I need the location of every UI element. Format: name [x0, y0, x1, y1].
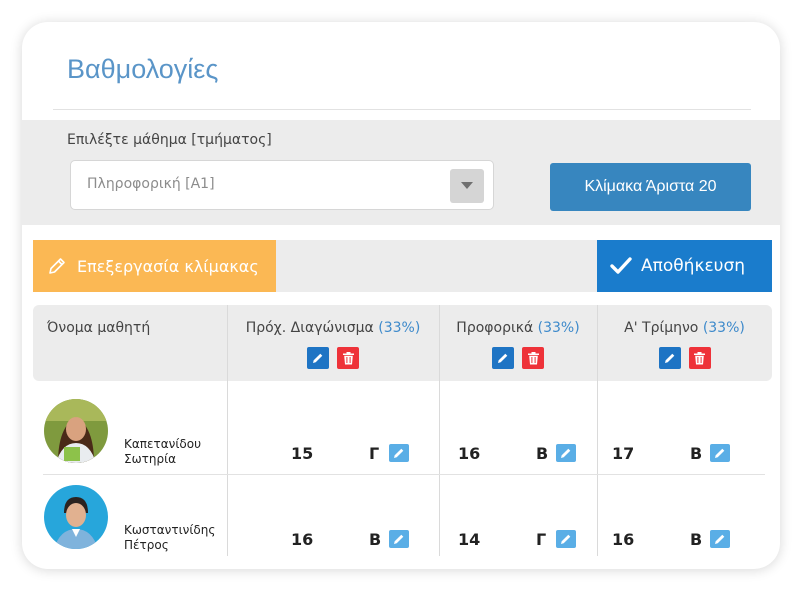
column-weight: (33%) — [537, 320, 580, 336]
caret-down-icon[interactable] — [450, 169, 484, 203]
grade-value: 16 — [458, 444, 481, 463]
student-name-column-header: Όνομα μαθητή — [47, 320, 151, 336]
student-name-line1: Καπετανίδου — [124, 437, 202, 451]
filter-panel: Επιλέξτε μάθημα [τμήματος] Πληροφορική [… — [22, 120, 780, 225]
grade-letter: Β — [369, 530, 382, 549]
course-select[interactable]: Πληροφορική [Α1] — [70, 160, 494, 210]
table-row: Κωσταντινίδης Πέτρος 16 Β 14 Γ 16 Β — [22, 475, 780, 565]
student-name-line1: Κωσταντινίδης — [124, 523, 216, 537]
grade-value: 17 — [612, 444, 635, 463]
trash-icon[interactable] — [522, 347, 544, 369]
toolbar-spacer — [276, 240, 597, 292]
save-label: Αποθήκευση — [641, 256, 746, 276]
edit-scale-label: Επεξεργασία κλίμακας — [77, 256, 259, 276]
title-divider — [53, 109, 751, 110]
grade-letter: Γ — [536, 530, 547, 549]
avatar-student-female — [44, 399, 108, 463]
grade-letter: Β — [536, 444, 549, 463]
grades-card: Βαθμολογίες Επιλέξτε μάθημα [τμήματος] Π… — [22, 22, 780, 569]
edit-grade-button[interactable] — [389, 444, 409, 462]
column-header-exam: Πρόχ. Διαγώνισμα (33%) — [227, 305, 439, 381]
edit-grade-button[interactable] — [389, 530, 409, 548]
grade-value: 14 — [458, 530, 481, 549]
edit-column-button[interactable] — [658, 347, 681, 369]
avatar-student-male — [44, 485, 108, 549]
edit-scale-button[interactable]: Επεξεργασία κλίμακας — [33, 240, 276, 292]
grade-value: 15 — [291, 444, 314, 463]
table-row: Καπετανίδου Σωτηρία 15 Γ 16 Β 17 Β — [22, 381, 780, 474]
column-header-term: Α' Τρίμηνο (33%) — [597, 305, 772, 381]
trash-icon[interactable] — [688, 347, 711, 369]
edit-grade-button[interactable] — [556, 530, 576, 548]
checkmark-icon — [609, 256, 633, 276]
pencil-icon — [47, 256, 67, 276]
grade-letter: Β — [690, 530, 703, 549]
column-weight: (33%) — [702, 320, 745, 336]
course-select-value: Πληροφορική [Α1] — [87, 176, 215, 192]
edit-grade-button[interactable] — [710, 530, 730, 548]
course-select-label: Επιλέξτε μάθημα [τμήματος] — [67, 132, 272, 148]
save-button[interactable]: Αποθήκευση — [597, 240, 772, 292]
grade-letter: Β — [690, 444, 703, 463]
grading-scale-button[interactable]: Κλίμακα Άριστα 20 — [550, 163, 751, 211]
edit-grade-button[interactable] — [710, 444, 730, 462]
grade-value: 16 — [612, 530, 635, 549]
trash-icon[interactable] — [337, 347, 359, 369]
column-weight: (33%) — [378, 320, 421, 336]
student-name-line2: Σωτηρία — [124, 452, 177, 466]
edit-column-button[interactable] — [307, 347, 329, 369]
edit-column-button[interactable] — [492, 347, 514, 369]
student-name-line2: Πέτρος — [124, 538, 169, 552]
column-header-oral: Προφορικά (33%) — [439, 305, 597, 381]
page-title: Βαθμολογίες — [67, 54, 219, 84]
column-label: Α' Τρίμηνο — [624, 320, 699, 336]
edit-grade-button[interactable] — [556, 444, 576, 462]
column-label: Προφορικά — [456, 320, 534, 336]
grades-table-header: Όνομα μαθητή Πρόχ. Διαγώνισμα (33%) Προφ… — [33, 305, 772, 381]
column-label: Πρόχ. Διαγώνισμα — [245, 320, 374, 336]
grade-value: 16 — [291, 530, 314, 549]
grade-letter: Γ — [369, 444, 380, 463]
